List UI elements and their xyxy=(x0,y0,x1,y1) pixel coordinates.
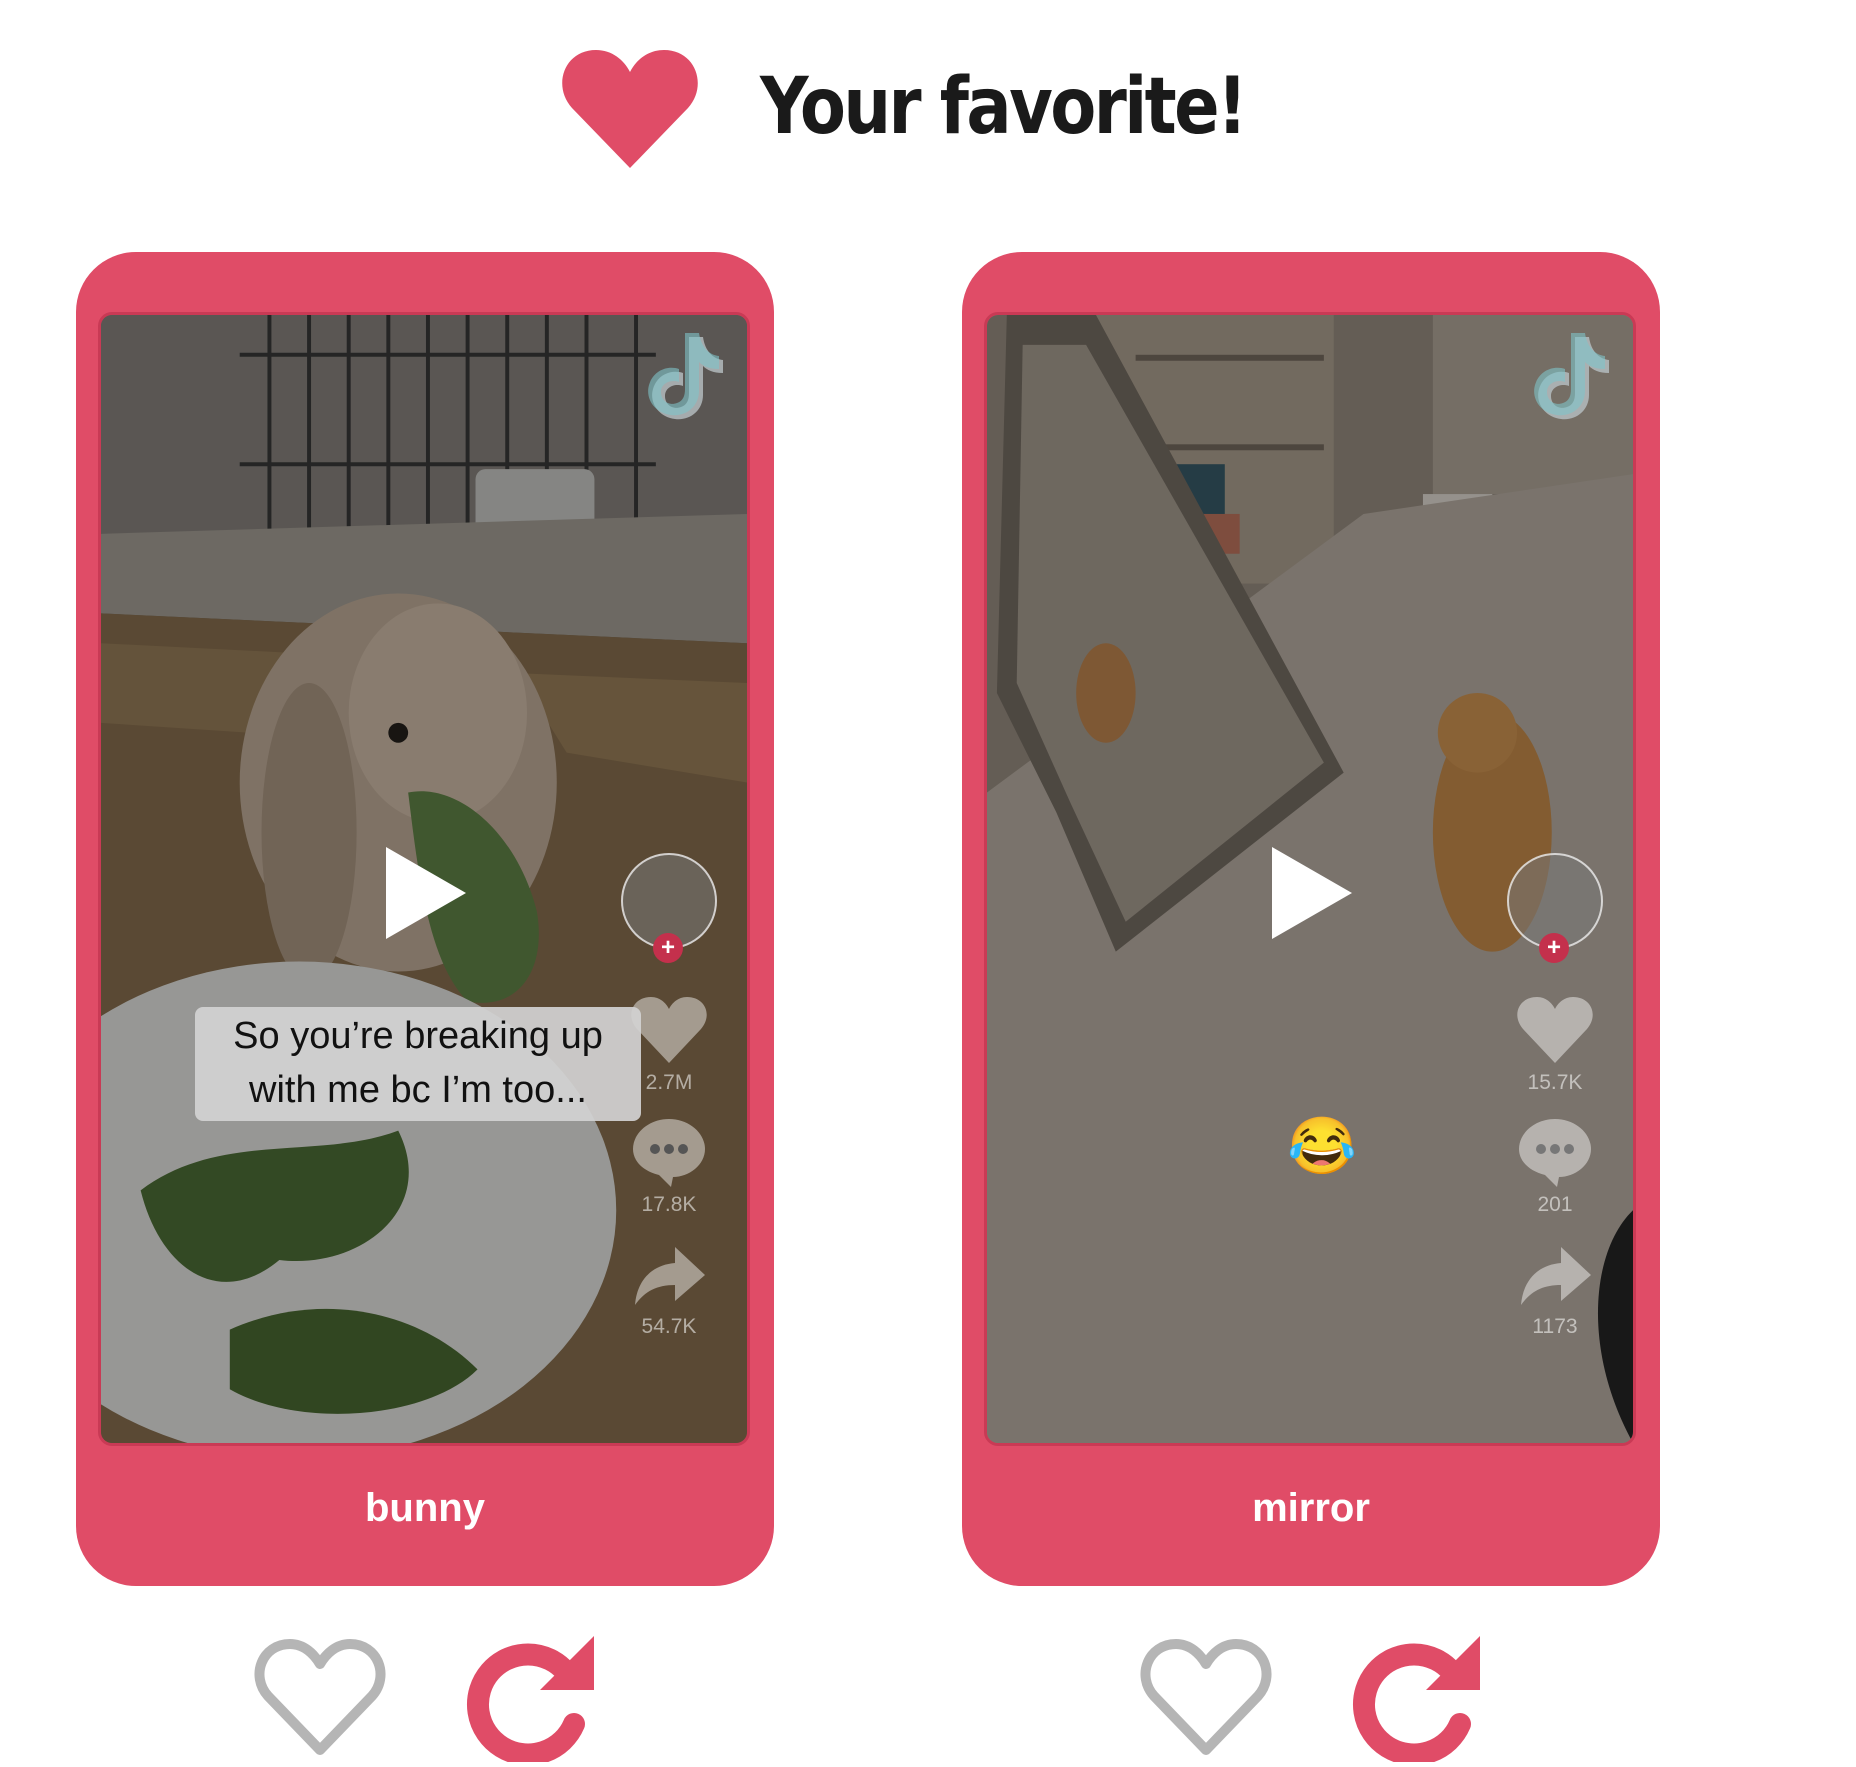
video-thumbnail[interactable]: + 15.7K 201 1173 😂 xyxy=(984,312,1636,1446)
share-icon[interactable] xyxy=(1517,1243,1593,1313)
comment-icon[interactable] xyxy=(1517,1117,1593,1187)
comment-icon[interactable] xyxy=(631,1117,707,1187)
video-caption: So you’re breaking up with me bc I’m too… xyxy=(195,1007,641,1121)
heart-icon xyxy=(562,50,698,168)
share-icon[interactable] xyxy=(631,1243,707,1313)
page-header: Your favorite! xyxy=(0,0,1856,200)
follow-plus-icon[interactable]: + xyxy=(653,933,683,963)
heart-outline-icon[interactable] xyxy=(252,1636,388,1758)
caption-line: So you’re breaking up xyxy=(233,1015,603,1057)
heart-outline-icon[interactable] xyxy=(1138,1636,1274,1758)
tiktok-logo-icon xyxy=(1534,333,1609,420)
video-label: mirror xyxy=(1252,1486,1370,1530)
video-card-bunny[interactable]: + 2.7M 17.8K 54.7K So you’re breaking up… xyxy=(76,252,774,1586)
like-icon[interactable] xyxy=(1517,995,1593,1065)
video-card-mirror[interactable]: + 15.7K 201 1173 😂 mirror xyxy=(962,252,1660,1586)
replay-icon[interactable] xyxy=(466,1632,596,1766)
comment-count: 201 xyxy=(1537,1193,1573,1216)
share-count: 54.7K xyxy=(641,1315,697,1338)
video-label: bunny xyxy=(365,1486,485,1530)
like-icon[interactable] xyxy=(631,995,707,1065)
play-icon[interactable] xyxy=(386,847,466,939)
caption-line: with me bc I’m too... xyxy=(249,1069,587,1111)
video-thumbnail[interactable]: + 2.7M 17.8K 54.7K So you’re breaking up… xyxy=(98,312,750,1446)
page-title: Your favorite! xyxy=(760,62,1248,152)
tiktok-logo-icon xyxy=(648,333,723,420)
replay-icon[interactable] xyxy=(1352,1632,1482,1766)
like-count: 15.7K xyxy=(1527,1071,1583,1094)
laughing-emoji: 😂 xyxy=(1287,1114,1357,1177)
share-count: 1173 xyxy=(1532,1315,1578,1338)
follow-plus-icon[interactable]: + xyxy=(1539,933,1569,963)
comment-count: 17.8K xyxy=(641,1193,697,1216)
play-icon[interactable] xyxy=(1272,847,1352,939)
